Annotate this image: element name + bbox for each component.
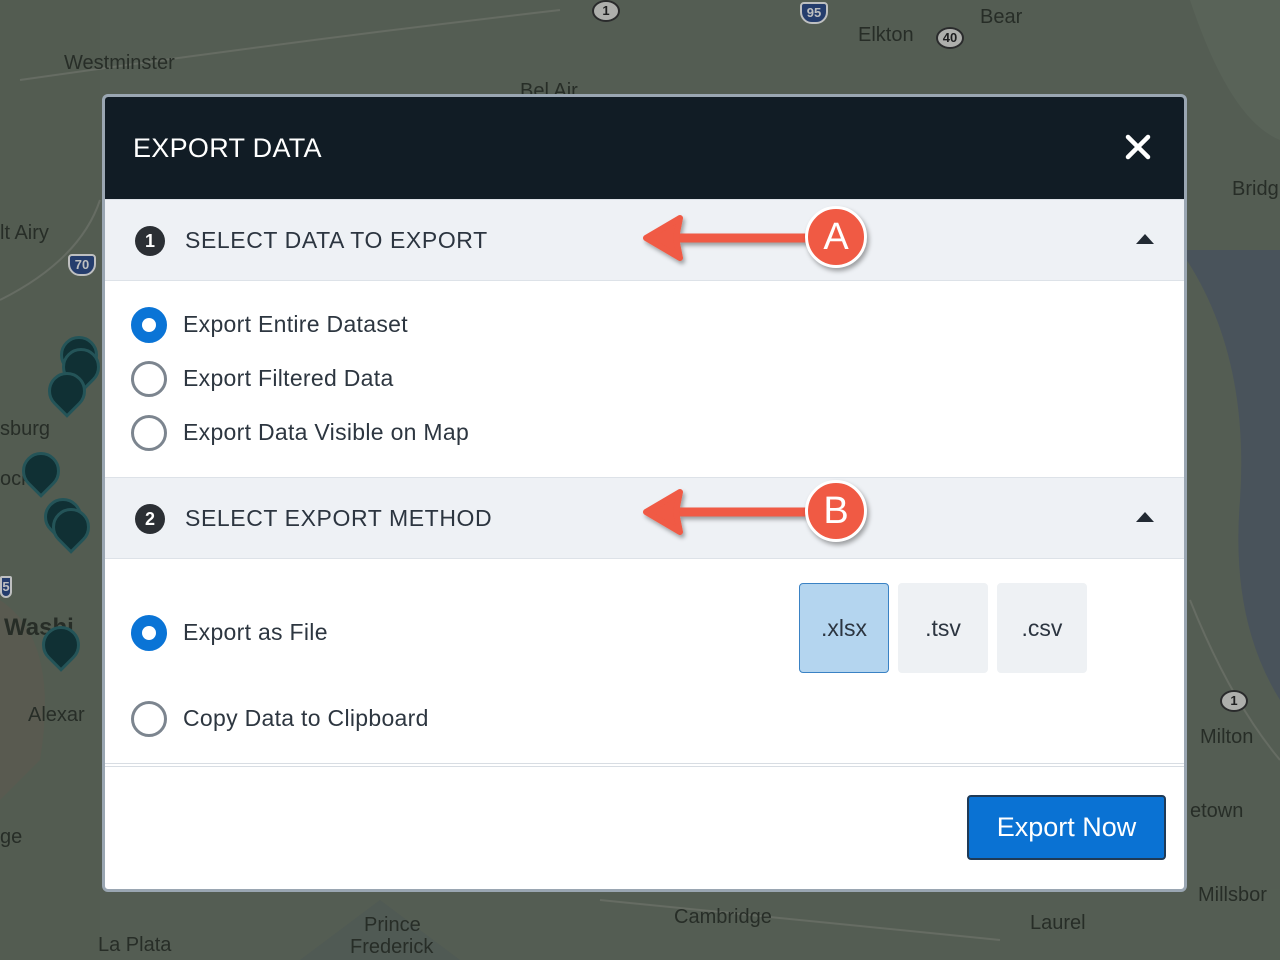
- callout-a: A: [805, 206, 867, 268]
- section-export-method-title: SELECT EXPORT METHOD: [185, 505, 493, 531]
- option-label: Export as File: [183, 619, 328, 645]
- modal-header: EXPORT DATA: [105, 97, 1184, 199]
- close-icon: [1125, 134, 1151, 160]
- modal-title: EXPORT DATA: [133, 133, 322, 163]
- format-csv-button[interactable]: .csv: [997, 583, 1087, 673]
- option-label: Export Entire Dataset: [183, 311, 408, 337]
- radio-export-entire-dataset[interactable]: [131, 307, 167, 343]
- collapse-caret-icon[interactable]: [1136, 512, 1154, 522]
- format-xlsx-button[interactable]: .xlsx: [799, 583, 889, 673]
- radio-export-as-file[interactable]: [131, 615, 167, 651]
- option-label: Export Filtered Data: [183, 365, 394, 391]
- radio-export-filtered-data[interactable]: [131, 361, 167, 397]
- export-data-modal: EXPORT DATA 1 SELECT DATA TO EXPORT Expo…: [102, 94, 1187, 892]
- footer-divider: [105, 763, 1184, 767]
- section-select-data-title: SELECT DATA TO EXPORT: [185, 227, 488, 253]
- callout-b: B: [805, 480, 867, 542]
- format-tsv-button[interactable]: .tsv: [898, 583, 988, 673]
- radio-export-visible-on-map[interactable]: [131, 415, 167, 451]
- option-label: Copy Data to Clipboard: [183, 705, 429, 731]
- step-number-2: 2: [135, 504, 165, 534]
- close-button[interactable]: [1122, 131, 1154, 163]
- option-label: Export Data Visible on Map: [183, 419, 470, 445]
- collapse-caret-icon[interactable]: [1136, 234, 1154, 244]
- section-select-data-header[interactable]: 1 SELECT DATA TO EXPORT: [105, 199, 1184, 281]
- radio-copy-to-clipboard[interactable]: [131, 701, 167, 737]
- step-number-1: 1: [135, 226, 165, 256]
- export-now-button[interactable]: Export Now: [967, 795, 1166, 860]
- section-export-method-header[interactable]: 2 SELECT EXPORT METHOD: [105, 477, 1184, 559]
